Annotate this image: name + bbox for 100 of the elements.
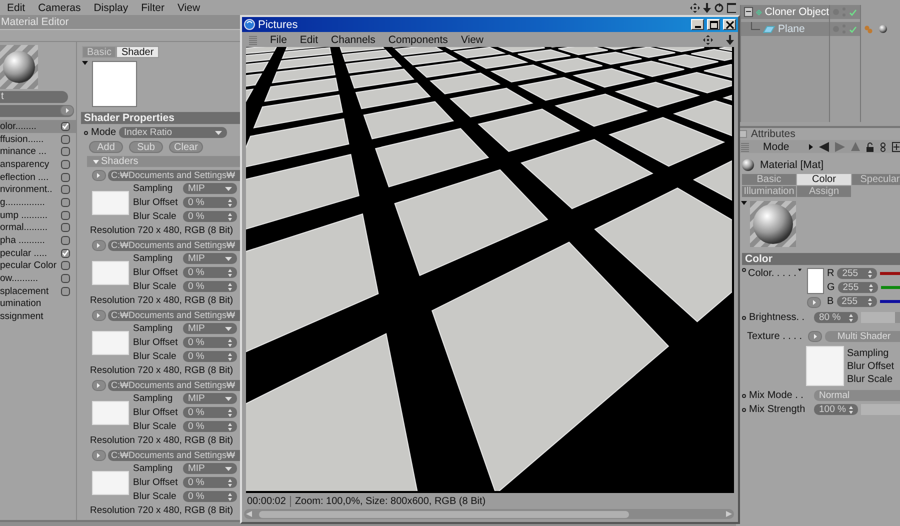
lock-icon[interactable] [866, 142, 874, 152]
tab[interactable]: Assign [797, 186, 851, 197]
shader-path-field[interactable]: C:₩Documents and Settings₩ [108, 170, 240, 181]
tab[interactable]: Basic [82, 46, 116, 58]
expand-button[interactable] [92, 240, 106, 251]
caret-icon[interactable] [809, 144, 814, 150]
checkbox[interactable] [61, 147, 70, 156]
shader-button[interactable]: Add [89, 141, 123, 153]
expand-button[interactable] [92, 380, 106, 391]
caret-icon[interactable] [798, 268, 802, 272]
expand-button[interactable] [92, 450, 106, 461]
spinner-icon[interactable] [868, 284, 873, 292]
blur-offset-field[interactable]: 0 % [183, 267, 237, 278]
spinner-icon[interactable] [228, 198, 232, 206]
new-panel-icon[interactable] [892, 142, 900, 152]
checkbox[interactable] [61, 210, 70, 220]
tab[interactable]: Shader [116, 46, 159, 58]
brightness-field[interactable]: 80 % [814, 312, 858, 323]
up-arrow-icon[interactable] [851, 142, 860, 151]
shader-path-field[interactable]: C:₩Documents and Settings₩ [108, 380, 240, 391]
sampling-dropdown[interactable]: MIP [183, 253, 237, 264]
channel-item[interactable]: pecular ..... [0, 246, 76, 260]
link-icon[interactable] [880, 142, 886, 152]
menu-item[interactable]: View [177, 2, 200, 14]
arrow-down-icon[interactable] [703, 3, 711, 13]
checkbox[interactable] [61, 261, 70, 270]
channel-item[interactable]: umination [0, 298, 76, 310]
spinner-icon[interactable] [228, 212, 232, 220]
checkbox[interactable] [61, 134, 70, 144]
check-icon[interactable] [849, 8, 857, 16]
channel-item[interactable]: splacement [0, 284, 76, 298]
menu-item[interactable]: Edit [300, 34, 318, 46]
checkbox[interactable] [61, 248, 70, 258]
channel-item[interactable]: nvironment.. [0, 183, 76, 196]
spinner-icon[interactable] [868, 270, 872, 278]
menu-item[interactable]: Display [94, 2, 128, 14]
channel-item[interactable]: pecular Color [0, 260, 76, 272]
spinner-icon[interactable] [849, 406, 853, 414]
checkbox[interactable] [61, 122, 70, 131]
shader-button[interactable]: Sub [129, 141, 163, 153]
mix-mode-dropdown[interactable]: Normal [814, 390, 900, 401]
checkbox[interactable] [61, 172, 70, 182]
blur-scale-field[interactable]: 0 % [183, 491, 237, 502]
mix-strength-field[interactable]: 100 % [814, 404, 858, 415]
back-arrow-icon[interactable] [819, 142, 830, 152]
checkbox[interactable] [61, 236, 70, 246]
spinner-icon[interactable] [849, 314, 853, 322]
tab[interactable]: Basic [742, 174, 796, 185]
expand-button[interactable] [60, 105, 74, 116]
tab[interactable]: Specular [852, 174, 900, 185]
channel-item[interactable]: ffusion...... [0, 132, 76, 146]
move-icon[interactable] [703, 34, 713, 44]
channel-item[interactable]: ormal......... [0, 222, 76, 234]
caret-icon[interactable] [82, 61, 88, 65]
channel-item[interactable]: olor........ [0, 120, 76, 133]
shaders-group-header[interactable]: Shaders [87, 156, 240, 167]
forward-arrow-icon[interactable] [835, 142, 846, 152]
tab[interactable]: Illumination [742, 186, 796, 197]
sampling-dropdown[interactable]: MIP [183, 393, 237, 404]
expand-button[interactable] [92, 170, 106, 181]
channel-item[interactable]: minance ... [0, 145, 76, 158]
menu-item[interactable]: Components [388, 34, 448, 46]
blur-scale-field[interactable]: 0 % [183, 351, 237, 362]
minimize-button[interactable] [691, 19, 704, 30]
menu-item[interactable]: Edit [7, 2, 26, 14]
spinner-icon[interactable] [868, 298, 872, 306]
check-icon[interactable] [849, 26, 857, 32]
arrow-down-icon[interactable] [726, 34, 734, 44]
tab[interactable]: Color [797, 174, 851, 185]
shader-path-field[interactable]: C:₩Documents and Settings₩ [108, 310, 240, 321]
menu-item[interactable]: Filter [141, 2, 164, 14]
checkbox[interactable] [61, 274, 70, 284]
color-swatch[interactable] [807, 268, 824, 294]
rotate-icon[interactable] [714, 3, 724, 13]
horizontal-scrollbar[interactable] [244, 509, 734, 519]
menu-item[interactable]: Cameras [38, 2, 81, 14]
menu-item[interactable]: View [460, 34, 484, 46]
shader-button[interactable]: Clear [169, 141, 203, 153]
checkbox[interactable] [61, 198, 70, 207]
mode-dropdown[interactable]: Index Ratio [119, 127, 228, 138]
sampling-dropdown[interactable]: MIP [183, 323, 237, 334]
slider-fill[interactable] [880, 286, 900, 289]
slider-fill[interactable] [861, 312, 895, 323]
spinner-icon[interactable] [228, 268, 232, 276]
spinner-icon[interactable] [228, 422, 232, 430]
channel-value-field[interactable]: 255 [836, 296, 877, 307]
close-button[interactable] [723, 19, 736, 30]
maximize-button[interactable] [707, 19, 720, 30]
spinner-icon[interactable] [228, 338, 232, 346]
sampling-dropdown[interactable]: MIP [183, 463, 237, 474]
shader-path-field[interactable]: C:₩Documents and Settings₩ [108, 240, 240, 251]
expand-button[interactable] [807, 297, 821, 308]
slider-fill[interactable] [880, 272, 900, 275]
menu-item[interactable]: File [270, 34, 287, 46]
slider-fill[interactable] [880, 300, 900, 303]
spinner-icon[interactable] [228, 408, 232, 416]
checkbox[interactable] [61, 223, 70, 232]
channel-item[interactable]: ansparency [0, 158, 76, 171]
expand-button[interactable] [808, 331, 822, 342]
menu-item[interactable]: Channels [331, 34, 376, 46]
